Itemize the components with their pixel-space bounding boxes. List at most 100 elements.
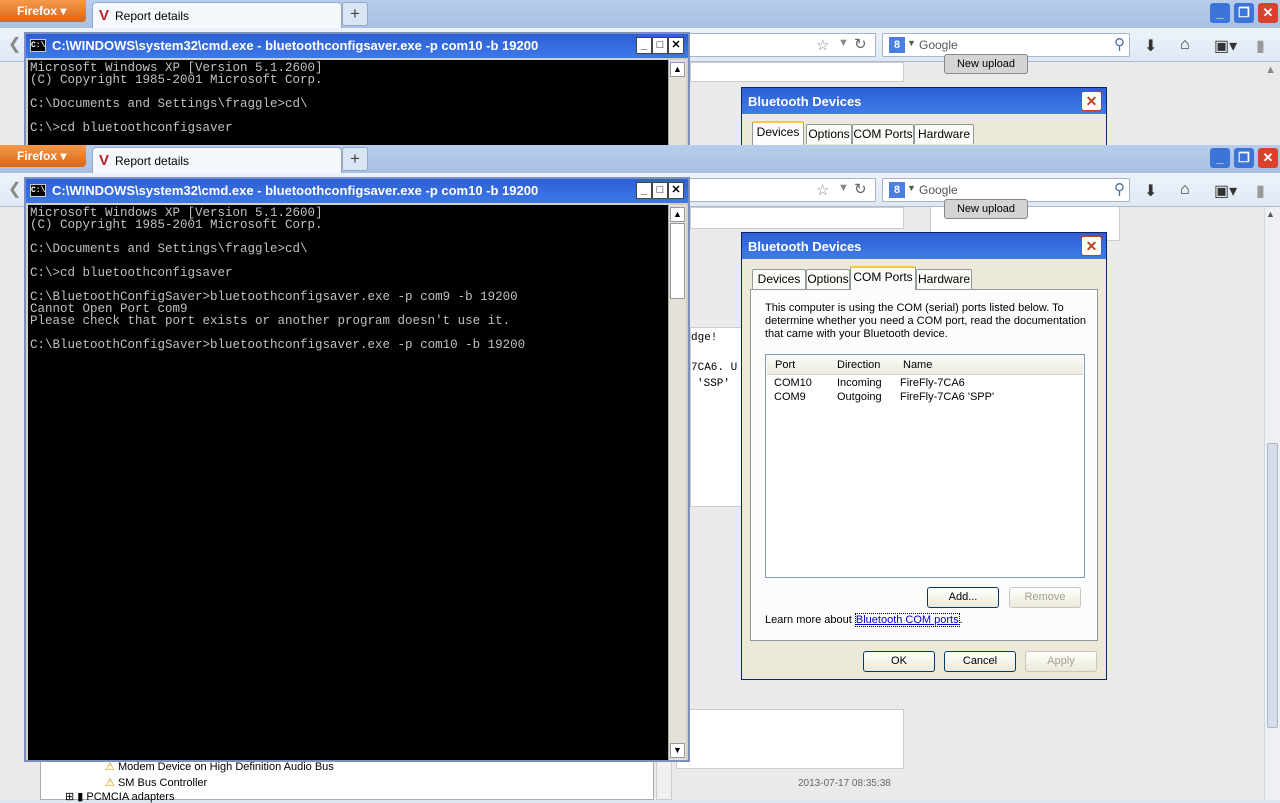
bookmark-star-icon[interactable]: ☆	[816, 181, 829, 199]
com-ports-list[interactable]: Port Direction Name COM10 Incoming FireF…	[765, 354, 1085, 578]
new-upload-button[interactable]: New upload	[944, 54, 1028, 74]
url-bar[interactable]: ☆ ▼ ↻	[690, 33, 876, 57]
downloads-icon[interactable]: ⬇	[1144, 181, 1157, 201]
scroll-up-icon[interactable]: ▲	[670, 207, 685, 222]
scroll-up-icon[interactable]: ▲	[670, 62, 685, 77]
scroll-up-icon[interactable]: ▲	[1265, 64, 1276, 76]
reload-icon[interactable]: ↻	[854, 180, 867, 198]
home-icon[interactable]: ⌂	[1180, 36, 1190, 54]
cmd-icon: C:\	[30, 184, 46, 197]
cmd-close-button[interactable]: ✕	[668, 182, 684, 199]
page-scrollbar[interactable]: ▲	[1264, 207, 1280, 800]
firefox-menu-button[interactable]: Firefox ▾	[0, 145, 86, 167]
search-icon[interactable]: ⚲	[1114, 35, 1125, 53]
back-icon[interactable]: ❮	[8, 34, 21, 54]
scroll-thumb[interactable]	[670, 223, 685, 299]
tab-devices[interactable]: Devices	[752, 121, 804, 145]
cmd-minimize-button[interactable]: _	[636, 37, 652, 54]
cmd-output[interactable]: Microsoft Windows XP [Version 5.1.2600](…	[28, 205, 668, 760]
cmd-icon: C:\	[30, 39, 46, 52]
close-icon[interactable]: ✕	[1081, 236, 1102, 256]
search-engine-icon[interactable]: 8	[889, 182, 905, 198]
column-direction[interactable]: Direction	[837, 359, 880, 371]
page-code-panel: dge! 7CA6. U 'SSP'	[690, 327, 744, 507]
remove-button[interactable]: Remove	[1009, 587, 1081, 608]
bookmarks-icon[interactable]: ▣▾	[1214, 181, 1237, 201]
back-icon[interactable]: ❮	[8, 179, 21, 199]
tab-hardware[interactable]: Hardware	[914, 124, 974, 144]
tab-options[interactable]: Options	[806, 269, 850, 289]
browser-tab[interactable]: V Report details	[92, 2, 342, 28]
firefox-window-back: Firefox ▾ V Report details + _ ❐ ✕ ❮ ☆ ▼ ↻ …	[0, 0, 1280, 147]
addon-bar-icon[interactable]: ▮	[1256, 181, 1265, 201]
scroll-down-icon[interactable]: ▼	[670, 743, 685, 758]
minimize-button[interactable]: _	[1210, 148, 1230, 168]
new-tab-button[interactable]: +	[342, 2, 368, 26]
bookmarks-icon[interactable]: ▣▾	[1214, 36, 1237, 56]
cmd-line: (C) Copyright 1985-2001 Microsoft Corp.	[30, 73, 323, 87]
home-icon[interactable]: ⌂	[1180, 181, 1190, 199]
maximize-button[interactable]: ❐	[1234, 3, 1254, 23]
scroll-thumb[interactable]	[1267, 443, 1278, 728]
column-name[interactable]: Name	[903, 359, 932, 371]
search-icon[interactable]: ⚲	[1114, 180, 1125, 198]
bluetooth-dialog-back[interactable]: Bluetooth Devices ✕ Devices Options COM P…	[741, 87, 1107, 145]
cmd-line: C:\Documents and Settings\fraggle>cd\	[30, 242, 308, 256]
url-bar[interactable]: ☆ ▼ ↻	[690, 178, 876, 202]
downloads-icon[interactable]: ⬇	[1144, 36, 1157, 56]
bookmark-star-icon[interactable]: ☆	[816, 36, 829, 54]
url-dropdown-icon[interactable]: ▼	[838, 37, 849, 49]
tab-com-ports[interactable]: COM Ports	[850, 266, 916, 290]
cmd-close-button[interactable]: ✕	[668, 37, 684, 54]
search-engine-icon[interactable]: 8	[889, 37, 905, 53]
cmd-line: Please check that port exists or another…	[30, 314, 511, 328]
apply-button[interactable]: Apply	[1025, 651, 1097, 672]
ok-button[interactable]: OK	[863, 651, 935, 672]
table-row[interactable]: COM10 Incoming FireFly-7CA6	[767, 377, 1083, 391]
firefox-menu-label: Firefox	[17, 149, 58, 163]
card-icon: ▮	[77, 791, 84, 803]
cmd-window[interactable]: C:\ C:\WINDOWS\system32\cmd.exe - blueto…	[24, 177, 690, 762]
page-panel-lower	[676, 709, 904, 769]
reload-icon[interactable]: ↻	[854, 35, 867, 53]
engine-dropdown-icon[interactable]: ▼	[907, 38, 916, 48]
tab-com-ports[interactable]: COM Ports	[852, 124, 914, 144]
add-button[interactable]: Add...	[927, 587, 999, 608]
cmd-output[interactable]: Microsoft Windows XP [Version 5.1.2600](…	[28, 60, 668, 147]
cmd-maximize-button[interactable]: □	[652, 37, 668, 54]
cmd-titlebar[interactable]: C:\ C:\WINDOWS\system32\cmd.exe - blueto…	[26, 179, 688, 203]
engine-dropdown-icon[interactable]: ▼	[907, 183, 916, 193]
cmd-scrollbar[interactable]: ▲	[668, 60, 686, 147]
maximize-button[interactable]: ❐	[1234, 148, 1254, 168]
cancel-button[interactable]: Cancel	[944, 651, 1016, 672]
close-icon[interactable]: ✕	[1081, 91, 1102, 111]
close-button[interactable]: ✕	[1258, 3, 1278, 23]
browser-tab[interactable]: V Report details	[92, 147, 342, 173]
addon-bar-icon[interactable]: ▮	[1256, 36, 1265, 56]
bt-titlebar[interactable]: Bluetooth Devices ✕	[742, 233, 1106, 259]
close-button[interactable]: ✕	[1258, 148, 1278, 168]
tab-hardware[interactable]: Hardware	[916, 269, 972, 289]
new-upload-button[interactable]: New upload	[944, 199, 1028, 219]
tab-options[interactable]: Options	[806, 124, 852, 144]
bt-titlebar[interactable]: Bluetooth Devices ✕	[742, 88, 1106, 114]
tree-item[interactable]: ⚠ SM Bus Controller	[105, 776, 207, 789]
cmd-window-back[interactable]: C:\ C:\WINDOWS\system32\cmd.exe - blueto…	[24, 32, 690, 147]
bluetooth-com-ports-link[interactable]: Bluetooth COM ports	[854, 613, 960, 627]
bluetooth-dialog[interactable]: Bluetooth Devices ✕ Devices Options COM P…	[741, 232, 1107, 680]
table-row[interactable]: COM9 Outgoing FireFly-7CA6 'SPP'	[767, 391, 1083, 405]
tree-item[interactable]: ⊞ ▮ PCMCIA adapters	[65, 790, 174, 803]
scroll-up-icon[interactable]: ▲	[1266, 209, 1275, 219]
cmd-maximize-button[interactable]: □	[652, 182, 668, 199]
url-dropdown-icon[interactable]: ▼	[838, 182, 849, 194]
tab-devices[interactable]: Devices	[752, 269, 806, 289]
expand-icon[interactable]: ⊞	[65, 791, 74, 803]
cmd-titlebar[interactable]: C:\ C:\WINDOWS\system32\cmd.exe - blueto…	[26, 34, 688, 58]
cmd-minimize-button[interactable]: _	[636, 182, 652, 199]
tree-scrollbar[interactable]	[656, 757, 672, 800]
firefox-menu-button[interactable]: Firefox ▾	[0, 0, 86, 22]
minimize-button[interactable]: _	[1210, 3, 1230, 23]
new-tab-button[interactable]: +	[342, 147, 368, 171]
cmd-scrollbar[interactable]: ▲ ▼	[668, 205, 686, 760]
column-port[interactable]: Port	[775, 359, 795, 371]
